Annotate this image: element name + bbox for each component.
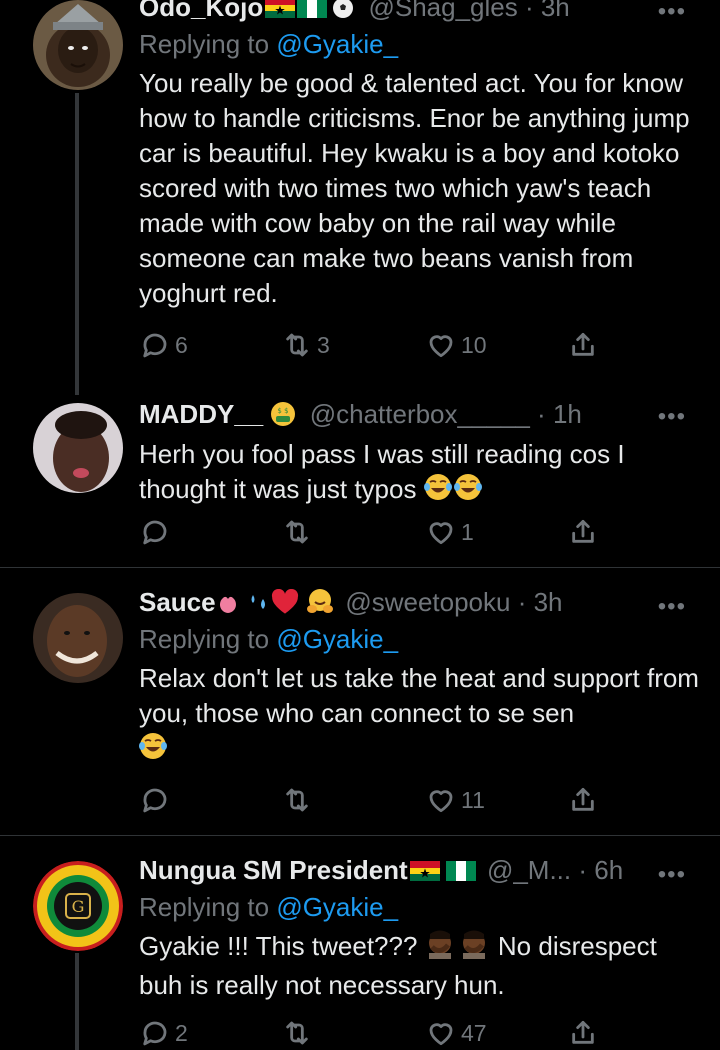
money-mouth-face-icon: $ $ <box>270 401 296 431</box>
facepalm-icon <box>425 929 491 968</box>
tweet-actions: 1 <box>139 515 609 549</box>
divider <box>0 835 720 836</box>
divider <box>0 567 720 568</box>
heart-icon <box>425 516 457 548</box>
reply-icon <box>139 784 171 816</box>
handle[interactable]: @Shag_gles <box>368 0 517 22</box>
like-button[interactable]: 47 <box>425 1016 487 1050</box>
hugging-face-icon <box>306 587 334 619</box>
svg-text:$ $: $ $ <box>278 407 289 415</box>
heart-icon <box>425 1017 457 1049</box>
share-icon <box>567 784 599 816</box>
tweet-header: Sauce @sweetopoku · 3h <box>139 585 700 619</box>
tweet-header: Nungua SM President @_M... · 6h <box>139 855 624 885</box>
thread-line <box>75 953 79 1050</box>
soccer-ball-icon <box>331 0 355 24</box>
share-button[interactable] <box>567 1016 599 1050</box>
mention-link[interactable]: @Gyakie_ <box>276 892 398 922</box>
handle[interactable]: @_M... <box>487 855 571 885</box>
avatar[interactable] <box>33 0 123 90</box>
tweet-actions: 6 3 10 <box>139 328 609 362</box>
display-name[interactable]: Nungua SM President <box>139 855 408 885</box>
display-name[interactable]: MADDY__ <box>139 399 263 429</box>
reply-button[interactable]: 2 <box>139 1016 188 1050</box>
tweet-odo-kojo[interactable]: Odo_Kojo @Shag_gles · 3h Replying to @Gy… <box>0 0 720 410</box>
retweet-button[interactable] <box>281 1016 317 1050</box>
heart-icon <box>425 329 457 361</box>
tears-of-joy-icon <box>423 472 482 511</box>
tweet-content: Nungua SM President @_M... · 6h Replying… <box>139 853 700 1003</box>
more-options-icon[interactable]: ••• <box>658 403 686 431</box>
retweet-icon <box>281 1017 313 1049</box>
retweet-button[interactable] <box>281 783 317 817</box>
reply-feed: Odo_Kojo @Shag_gles · 3h Replying to @Gy… <box>0 0 720 1050</box>
heart-icon <box>425 784 457 816</box>
nigeria-flag-icon <box>297 0 328 18</box>
tweet-header: MADDY__ $ $ @chatterbox_____ · 1h <box>139 397 700 431</box>
tweet-nungua-sm-president[interactable]: G Nungua SM President @_M... · 6h Replyi… <box>0 853 720 1050</box>
avatar[interactable] <box>33 593 123 683</box>
reply-icon <box>139 516 171 548</box>
retweet-icon <box>281 784 313 816</box>
tweet-maddy[interactable]: MADDY__ $ $ @chatterbox_____ · 1h Herh y… <box>0 395 720 565</box>
tweet-content: Sauce @sweetopoku · 3h Replying to @Gyak… <box>139 585 700 770</box>
share-button[interactable] <box>567 515 599 549</box>
reply-button[interactable]: 6 <box>139 328 188 362</box>
reply-button[interactable] <box>139 783 175 817</box>
like-button[interactable]: 10 <box>425 328 487 362</box>
tweet-sauce[interactable]: Sauce @sweetopoku · 3h Replying to @Gyak… <box>0 585 720 835</box>
share-button[interactable] <box>567 783 599 817</box>
more-options-icon[interactable]: ••• <box>658 861 686 889</box>
reply-icon <box>139 1017 171 1049</box>
ghana-flag-icon <box>265 0 296 18</box>
ghana-flag-icon <box>409 855 440 881</box>
tweet-text: Relax don't let us take the heat and sup… <box>139 661 700 770</box>
handle[interactable]: @sweetopoku <box>345 587 510 617</box>
tweet-text: Herh you fool pass I was still reading c… <box>139 437 700 511</box>
timestamp[interactable]: 3h <box>534 587 563 617</box>
display-name[interactable]: Sauce <box>139 587 216 617</box>
tweet-content: Odo_Kojo @Shag_gles · 3h Replying to @Gy… <box>139 0 700 311</box>
red-heart-icon <box>271 588 299 619</box>
share-icon <box>567 1017 599 1049</box>
sweat-droplets-icon <box>247 589 271 619</box>
replying-to: Replying to @Gyakie_ <box>139 892 399 922</box>
share-button[interactable] <box>567 328 599 362</box>
more-options-icon[interactable]: ••• <box>658 593 686 621</box>
share-icon <box>567 329 599 361</box>
nigeria-flag-icon <box>445 855 476 881</box>
tweet-actions: 11 <box>139 783 609 817</box>
tears-of-joy-icon <box>139 731 167 770</box>
timestamp[interactable]: 3h <box>541 0 570 22</box>
tweet-text: You really be good & talented act. You f… <box>139 68 690 308</box>
retweet-icon <box>281 329 313 361</box>
reply-button[interactable] <box>139 515 175 549</box>
retweet-button[interactable]: 3 <box>281 328 330 362</box>
tweet-actions: 2 47 <box>139 1016 609 1050</box>
avatar[interactable]: G <box>33 861 123 951</box>
peach-icon <box>216 589 240 619</box>
tweet-header: Odo_Kojo @Shag_gles · 3h <box>139 0 700 24</box>
mention-link[interactable]: @Gyakie_ <box>276 29 398 59</box>
more-options-icon[interactable]: ••• <box>658 0 686 26</box>
share-icon <box>567 516 599 548</box>
timestamp[interactable]: 1h <box>553 399 582 429</box>
like-button[interactable]: 1 <box>425 515 474 549</box>
svg-text:G: G <box>72 897 85 916</box>
replying-to: Replying to @Gyakie_ <box>139 29 399 59</box>
retweet-icon <box>281 516 313 548</box>
timestamp[interactable]: 6h <box>594 855 623 885</box>
avatar[interactable] <box>33 403 123 493</box>
tweet-content: MADDY__ $ $ @chatterbox_____ · 1h Herh y… <box>139 397 700 511</box>
thread-line <box>75 93 79 395</box>
handle[interactable]: @chatterbox_____ <box>310 399 530 429</box>
mention-link[interactable]: @Gyakie_ <box>276 624 398 654</box>
reply-icon <box>139 329 171 361</box>
display-name[interactable]: Odo_Kojo <box>139 0 263 22</box>
retweet-button[interactable] <box>281 515 317 549</box>
tweet-text: Gyakie !!! This tweet??? No disrespect b… <box>139 929 657 1000</box>
like-button[interactable]: 11 <box>425 783 485 817</box>
replying-to: Replying to @Gyakie_ <box>139 624 399 654</box>
